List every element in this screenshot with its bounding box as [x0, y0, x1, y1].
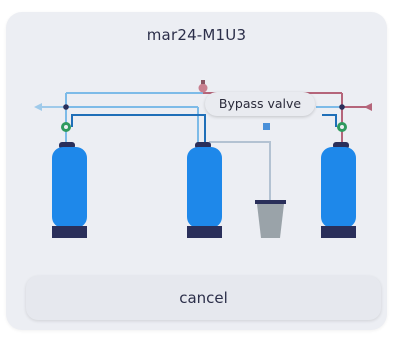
pipe-tank-link-right	[322, 114, 337, 127]
valve-icon[interactable]	[337, 122, 347, 132]
bypass-valve-tooltip: Bypass valve	[205, 92, 315, 116]
drain-bucket-icon	[255, 200, 286, 238]
tank-middle	[187, 142, 222, 238]
outlet-arrow-icon	[34, 103, 66, 111]
flow-marker	[263, 123, 270, 130]
tank-left	[52, 142, 87, 238]
junction-dot	[63, 104, 69, 110]
tank-right	[321, 142, 356, 238]
pipe-tank-link-left	[71, 114, 206, 146]
cancel-button[interactable]: cancel	[26, 276, 381, 320]
junction-dot	[339, 104, 345, 110]
valve-icon[interactable]	[61, 122, 71, 132]
inlet-arrow-icon	[342, 103, 372, 111]
bypass-valve-icon[interactable]	[198, 80, 208, 93]
